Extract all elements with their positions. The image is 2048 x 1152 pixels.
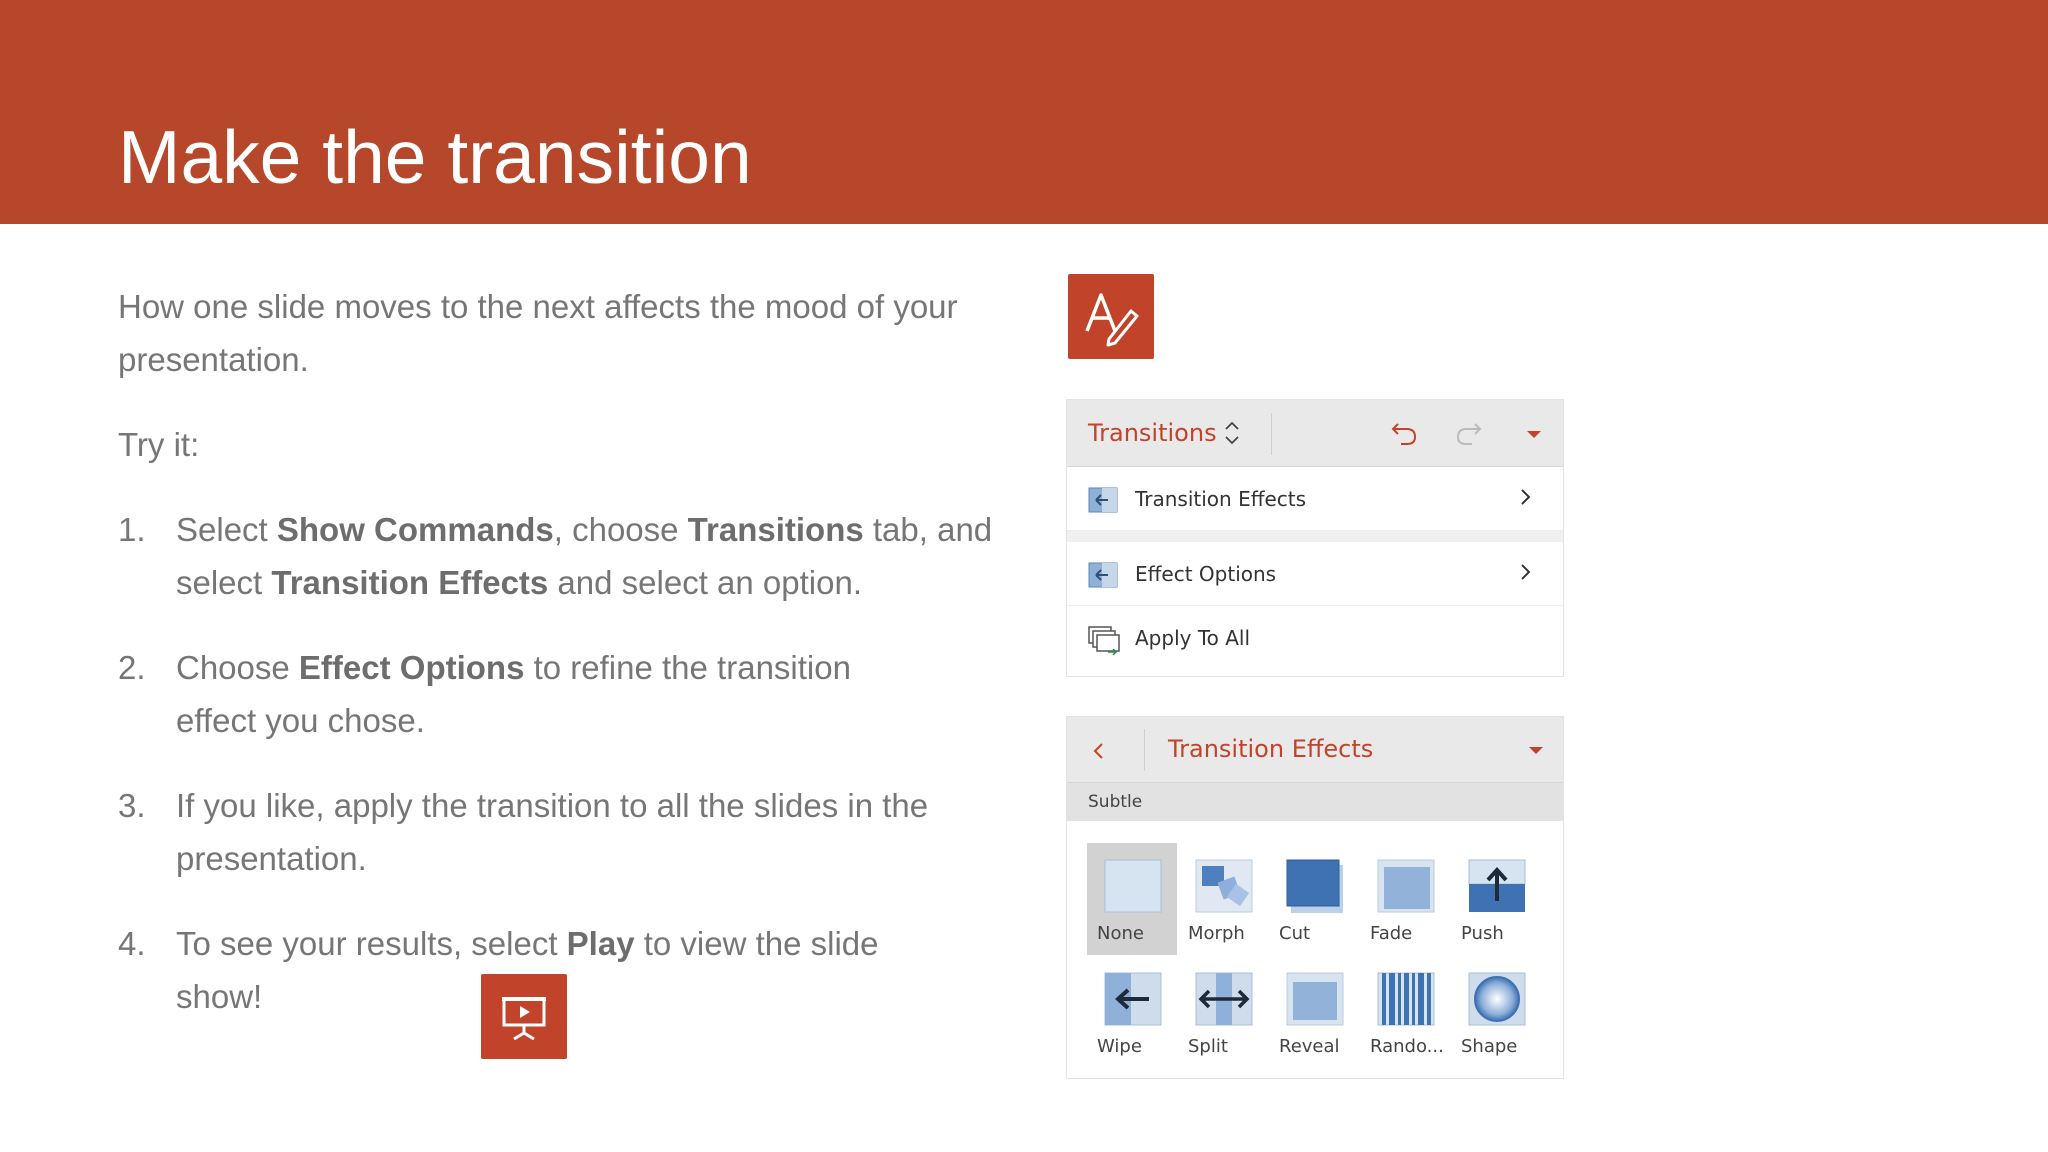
- step-1: 1. Select Show Commands, choose Transiti…: [118, 503, 998, 609]
- step-text: If you like, apply the transition to all…: [176, 787, 929, 877]
- try-it-label: Try it:: [118, 426, 200, 463]
- effect-push[interactable]: Push: [1451, 843, 1541, 955]
- step-bold: Effect Options: [298, 649, 525, 686]
- effect-label: Wipe: [1097, 1036, 1142, 1057]
- effect-label: Reveal: [1279, 1036, 1340, 1057]
- menu-separator: [1067, 531, 1563, 542]
- cut-effect-icon: [1286, 859, 1343, 913]
- shape-effect-icon: [1468, 972, 1526, 1026]
- morph-effect-icon: [1195, 859, 1253, 913]
- dropdown-caret-icon[interactable]: [1527, 431, 1541, 438]
- effect-morph[interactable]: Morph: [1178, 843, 1268, 955]
- split-effect-icon: [1195, 972, 1253, 1026]
- reveal-effect-icon: [1286, 972, 1344, 1026]
- back-chevron-icon[interactable]: [1092, 740, 1106, 766]
- effects-panel-title: Transition Effects: [1168, 735, 1374, 763]
- menu-item-label: Transition Effects: [1135, 486, 1307, 511]
- toolbar-divider: [1271, 413, 1272, 455]
- effects-toolbar: Transition Effects: [1067, 717, 1563, 783]
- chevron-updown-icon[interactable]: [1222, 418, 1242, 452]
- effect-label: Shape: [1461, 1036, 1518, 1057]
- step-2: 2. Choose Effect Options to refine the t…: [118, 641, 918, 747]
- menu-item-transition-effects[interactable]: Transition Effects: [1067, 467, 1563, 531]
- effect-wipe[interactable]: Wipe: [1087, 956, 1177, 1068]
- step-number: 3.: [118, 787, 146, 824]
- section-header: Subtle: [1067, 783, 1563, 821]
- step-number: 2.: [118, 649, 146, 686]
- fade-effect-icon: [1377, 859, 1435, 913]
- slide-title: Make the transition: [118, 115, 752, 199]
- apply-to-all-icon: [1088, 626, 1122, 660]
- transitions-panel: Transitions Transition Effects Effect Op…: [1066, 399, 1564, 677]
- transition-effects-panel: Transition Effects Subtle None Morph Cut…: [1066, 716, 1564, 1079]
- effect-reveal[interactable]: Reveal: [1269, 956, 1359, 1068]
- menu-item-apply-to-all[interactable]: Apply To All: [1067, 606, 1563, 670]
- effect-label: Morph: [1188, 923, 1245, 944]
- step-text: and select an option.: [548, 564, 862, 601]
- step-bold: Show Commands: [276, 511, 554, 548]
- redo-icon[interactable]: [1454, 418, 1484, 452]
- push-effect-icon: [1468, 859, 1526, 912]
- wipe-effect-icon: [1104, 972, 1162, 1026]
- random-bars-effect-icon: [1377, 972, 1435, 1026]
- step-text: To see your results, select: [176, 925, 567, 962]
- chevron-right-icon: [1519, 486, 1533, 512]
- transitions-toolbar: Transitions: [1067, 400, 1563, 467]
- effect-label: Cut: [1279, 923, 1311, 944]
- step-3: 3. If you like, apply the transition to …: [118, 779, 998, 885]
- step-text: Select: [176, 511, 277, 548]
- steps-list: 1. Select Show Commands, choose Transiti…: [118, 503, 998, 1055]
- menu-item-label: Effect Options: [1135, 561, 1277, 586]
- step-bold: Transitions: [687, 511, 864, 548]
- effect-label: None: [1097, 923, 1144, 944]
- effect-cut[interactable]: Cut: [1269, 843, 1359, 955]
- effect-label: Rando...: [1370, 1036, 1444, 1057]
- effect-none[interactable]: None: [1087, 843, 1177, 955]
- transition-effects-icon: [1088, 487, 1118, 517]
- effect-label: Fade: [1370, 923, 1413, 944]
- none-effect-icon: [1104, 859, 1162, 913]
- intro-paragraph: How one slide moves to the next affects …: [118, 288, 958, 378]
- step-text: , choose: [553, 511, 688, 548]
- toolbar-divider: [1144, 729, 1145, 771]
- dropdown-caret-icon[interactable]: [1529, 747, 1543, 754]
- effect-label: Split: [1188, 1036, 1228, 1057]
- menu-item-effect-options[interactable]: Effect Options: [1067, 542, 1563, 606]
- step-bold: Play: [566, 925, 635, 962]
- transitions-tab[interactable]: Transitions: [1088, 419, 1217, 447]
- effect-random-bars[interactable]: Rando...: [1360, 956, 1450, 1068]
- undo-icon[interactable]: [1389, 418, 1419, 452]
- step-number: 4.: [118, 925, 146, 962]
- effect-label: Push: [1461, 923, 1504, 944]
- menu-item-label: Apply To All: [1135, 626, 1251, 650]
- step-bold: Transition Effects: [271, 564, 549, 601]
- show-commands-icon: [1068, 274, 1154, 359]
- effect-options-icon: [1088, 562, 1118, 592]
- step-text: Choose: [176, 649, 299, 686]
- step-number: 1.: [118, 511, 146, 548]
- effect-shape[interactable]: Shape: [1451, 956, 1541, 1068]
- chevron-right-icon: [1519, 561, 1533, 587]
- effect-split[interactable]: Split: [1178, 956, 1268, 1068]
- play-slideshow-icon: [481, 974, 567, 1059]
- effect-fade[interactable]: Fade: [1360, 843, 1450, 955]
